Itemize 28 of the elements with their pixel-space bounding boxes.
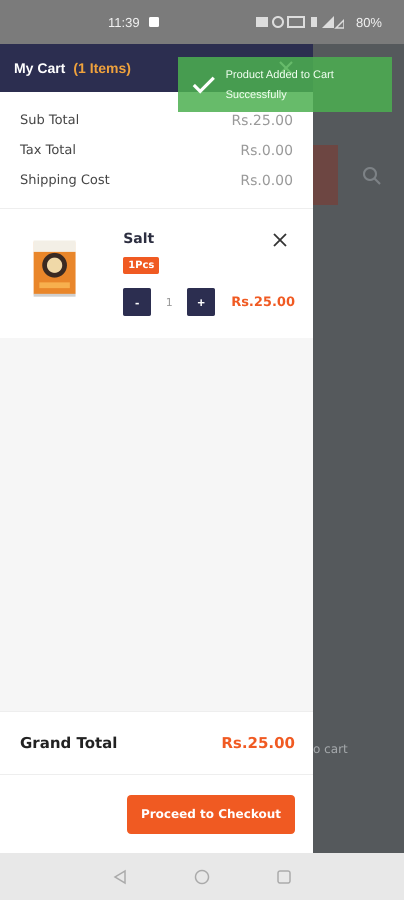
total-value: Rs.0.00 [240,142,293,160]
back-icon[interactable] [112,868,128,884]
status-time: 11:39 [108,14,140,30]
home-icon[interactable] [194,868,210,884]
increase-button[interactable]: + [187,288,216,316]
product-name: Salt [123,231,154,247]
close-icon[interactable] [273,233,287,247]
grand-total-value: Rs.25.00 [221,734,295,752]
cart-label: o cart [313,742,348,756]
battery-level: 80% [356,14,382,30]
unit-tag: 1Pcs [123,257,160,274]
item-count: (1 Items) [73,60,131,76]
total-value: Rs.25.00 [231,112,293,130]
grand-total-label: Grand Total [20,734,118,752]
quantity-value: 1 [164,296,174,308]
decrease-button[interactable]: - [123,288,152,316]
cart-title: My Cart [14,60,66,76]
recents-icon[interactable] [276,868,292,884]
item-price: Rs.25.00 [231,294,295,310]
check-icon [192,74,216,94]
banner-block [313,145,338,205]
total-label: Shipping Cost [20,172,110,190]
total-label: Sub Total [20,112,80,130]
toast-message: Product Added to Cart Successfully [226,68,335,102]
image-icon [148,16,160,28]
total-label: Tax Total [20,142,76,160]
search-icon[interactable] [362,166,382,186]
total-value: Rs.0.00 [240,172,293,190]
